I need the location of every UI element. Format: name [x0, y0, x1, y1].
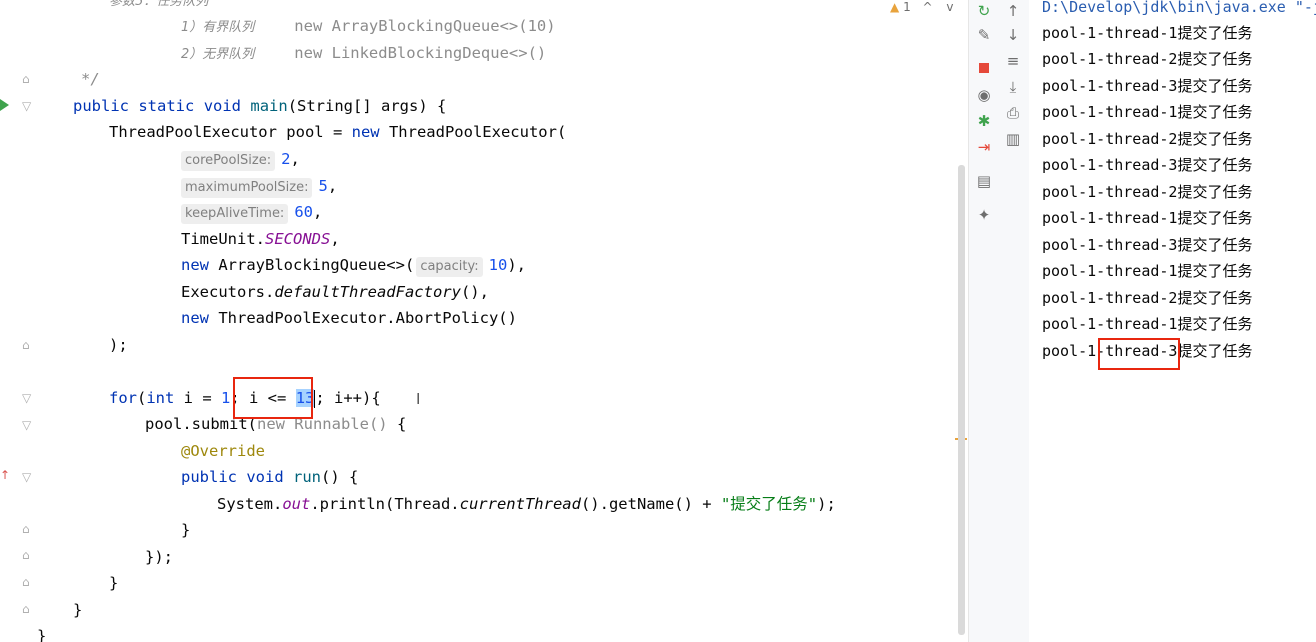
camera-icon[interactable]: ◉ [973, 84, 995, 106]
arg-work-queue: new ArrayBlockingQueue<>(capacity: 10), [181, 252, 526, 278]
layout-icon[interactable]: ▤ [973, 170, 995, 192]
override-annotation: @Override [181, 442, 265, 460]
console-output-line: pool-1-thread-1提交了任务 [1042, 315, 1253, 333]
trash-icon[interactable]: ▥ [1002, 128, 1024, 150]
fold-icon[interactable]: ⌂ [22, 72, 30, 86]
run-toolbar: ↻ ✎ ◉ ✱ ⇥ ▤ ✦ ↑ ↓ ≡ ⤓ ⎙ ▥ [968, 0, 1030, 642]
console-output-line: pool-1-thread-3提交了任务 [1042, 236, 1253, 254]
code-editor[interactable]: ⌂ ▽ ⌂ ▽ ▽ ▽ ↑ ⌂ ⌂ ⌂ ⌂ 参数5：任务队列 1）有界队列 new… [0, 0, 968, 642]
stop-icon[interactable] [973, 56, 995, 78]
pool-declaration: ThreadPoolExecutor pool = new ThreadPool… [109, 123, 567, 141]
arg-thread-factory: Executors.defaultThreadFactory(), [181, 283, 489, 301]
close-brace: } [37, 627, 47, 642]
run-main-icon[interactable] [0, 99, 9, 111]
down-arrow-icon[interactable]: ↓ [1002, 24, 1024, 46]
close-submit: }); [145, 548, 173, 566]
arg-keep-alive: keepAliveTime: 60, [181, 199, 322, 225]
login-icon[interactable]: ⇥ [973, 136, 995, 158]
up-arrow-icon[interactable]: ↑ [1002, 0, 1024, 22]
main-method-signature: public static void main(String[] args) { [73, 97, 447, 115]
editor-scrollbar[interactable] [958, 165, 965, 635]
chevron-up-icon[interactable]: ^ [923, 0, 933, 14]
warning-triangle-icon: ▲ [890, 0, 900, 14]
close-brace: } [181, 521, 191, 539]
override-marker-icon[interactable]: ↑ [0, 468, 10, 482]
console-output-line: pool-1-thread-1提交了任务 [1042, 262, 1253, 280]
console-output-line: pool-1-thread-1提交了任务 [1042, 209, 1253, 227]
console-output-line: pool-1-thread-2提交了任务 [1042, 289, 1253, 307]
inspection-widget[interactable]: ▲ 1 ^ v [890, 0, 954, 14]
console-output-line: pool-1-thread-1提交了任务 [1042, 103, 1253, 121]
fold-icon[interactable]: ⌂ [22, 548, 30, 562]
rerun-icon[interactable]: ↻ [973, 0, 995, 22]
run-method-signature: public void run() { [181, 468, 359, 486]
println-line: System.out.println(Thread.currentThread(… [217, 495, 836, 513]
comment-line: 参数5：任务队列 [109, 0, 209, 9]
console-output-line: pool-1-thread-2提交了任务 [1042, 183, 1253, 201]
debug-bug-icon[interactable]: ✱ [973, 110, 995, 132]
param-hint: capacity: [416, 257, 483, 277]
console-output-line: pool-1-thread-2提交了任务 [1042, 50, 1253, 68]
console-output-line: pool-1-thread-2提交了任务 [1042, 130, 1253, 148]
fold-icon[interactable]: ▽ [22, 391, 31, 405]
console-output-line: pool-1-thread-3提交了任务 [1042, 156, 1253, 174]
fold-icon[interactable]: ▽ [22, 470, 31, 484]
arg-reject-policy: new ThreadPoolExecutor.AbortPolicy() [181, 309, 517, 327]
fold-icon[interactable]: ▽ [22, 418, 31, 432]
comment-line: */ [81, 70, 100, 88]
fold-icon[interactable]: ⌂ [22, 575, 30, 589]
comment-line: 2）无界队列 new LinkedBlockingDeque<>() [181, 44, 547, 62]
warning-count: 1 [903, 0, 911, 14]
comment-line: 1）有界队列 new ArrayBlockingQueue<>(10) [181, 17, 556, 35]
console-output-line: pool-1-thread-3提交了任务 [1042, 77, 1253, 95]
fold-icon[interactable]: ▽ [22, 99, 31, 113]
param-hint: keepAliveTime: [181, 204, 289, 224]
text-cursor-icon: I [416, 390, 421, 408]
close-constructor: ); [109, 336, 128, 354]
console-command-line: D:\Develop\jdk\bin\java.exe "-j [1042, 0, 1316, 16]
param-hint: corePoolSize: [181, 151, 276, 171]
highlight-box [233, 377, 313, 419]
fold-icon[interactable]: ⌂ [22, 602, 30, 616]
print-icon[interactable]: ⎙ [1002, 102, 1024, 124]
close-brace: } [73, 601, 83, 619]
console-output-line: pool-1-thread-1提交了任务 [1042, 24, 1253, 42]
soft-wrap-icon[interactable]: ≡ [1002, 50, 1024, 72]
chevron-down-icon[interactable]: v [946, 0, 953, 14]
highlight-box [1098, 338, 1180, 370]
scroll-to-end-icon[interactable]: ⤓ [1002, 76, 1024, 98]
editor-gutter: ⌂ ▽ ⌂ ▽ ▽ ▽ ↑ ⌂ ⌂ ⌂ ⌂ [0, 0, 44, 642]
pin-icon[interactable]: ✦ [973, 204, 995, 226]
fold-icon[interactable]: ⌂ [22, 338, 30, 352]
run-console[interactable]: D:\Develop\jdk\bin\java.exe "-j pool-1-t… [1029, 0, 1316, 642]
arg-time-unit: TimeUnit.SECONDS, [181, 230, 340, 248]
param-hint: maximumPoolSize: [181, 178, 313, 198]
fold-icon[interactable]: ⌂ [22, 522, 30, 536]
arg-max-pool-size: maximumPoolSize: 5, [181, 173, 337, 199]
close-brace: } [109, 574, 119, 592]
settings-wrench-icon[interactable]: ✎ [973, 24, 995, 46]
arg-core-pool-size: corePoolSize: 2, [181, 146, 300, 172]
